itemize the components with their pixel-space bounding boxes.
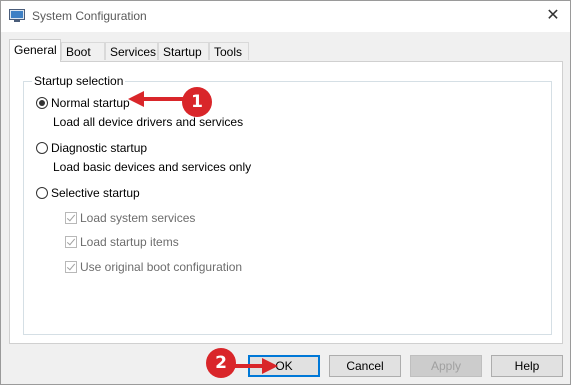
load-startup-items-label: Load startup items bbox=[80, 235, 179, 249]
annotation-badge-1: 1 bbox=[182, 87, 212, 117]
normal-startup-description: Load all device drivers and services bbox=[53, 115, 244, 129]
tab-general[interactable]: General bbox=[9, 39, 61, 62]
radio-selected-icon[interactable] bbox=[36, 97, 48, 109]
diagnostic-startup-radio[interactable]: Diagnostic startup bbox=[36, 140, 147, 156]
cancel-button[interactable]: Cancel bbox=[329, 355, 401, 377]
system-configuration-icon bbox=[9, 9, 25, 23]
normal-startup-radio[interactable]: Normal startup bbox=[36, 95, 130, 111]
normal-startup-label: Normal startup bbox=[51, 96, 130, 110]
diagnostic-startup-label: Diagnostic startup bbox=[51, 141, 148, 155]
tab-boot[interactable]: Boot bbox=[61, 42, 105, 60]
window-title: System Configuration bbox=[32, 9, 147, 23]
checkbox-checked-icon[interactable] bbox=[65, 236, 77, 248]
close-icon[interactable]: ✕ bbox=[540, 4, 566, 28]
tab-tools[interactable]: Tools bbox=[209, 42, 249, 60]
annotation-arrow-2 bbox=[230, 358, 278, 374]
general-tab-panel: Startup selection Normal startup Load al… bbox=[9, 61, 563, 344]
diagnostic-startup-description: Load basic devices and services only bbox=[53, 160, 252, 174]
annotation-badge-2: 2 bbox=[206, 348, 236, 378]
load-system-services-checkbox[interactable]: Load system services bbox=[65, 210, 195, 226]
radio-unselected-icon[interactable] bbox=[36, 142, 48, 154]
group-label: Startup selection bbox=[32, 74, 126, 88]
radio-unselected-icon[interactable] bbox=[36, 187, 48, 199]
annotation-arrow-1 bbox=[128, 91, 184, 107]
selective-startup-radio[interactable]: Selective startup bbox=[36, 185, 140, 201]
startup-selection-group: Startup selection Normal startup Load al… bbox=[23, 74, 552, 335]
system-configuration-window: System Configuration ✕ General Boot Serv… bbox=[0, 0, 571, 385]
title-bar: System Configuration ✕ bbox=[1, 1, 570, 32]
apply-button[interactable]: Apply bbox=[410, 355, 482, 377]
tab-services[interactable]: Services bbox=[105, 42, 158, 60]
selective-startup-label: Selective startup bbox=[51, 186, 140, 200]
checkbox-checked-icon[interactable] bbox=[65, 212, 77, 224]
load-startup-items-checkbox[interactable]: Load startup items bbox=[65, 234, 179, 250]
use-original-boot-config-label: Use original boot configuration bbox=[80, 260, 243, 274]
tab-startup[interactable]: Startup bbox=[158, 42, 209, 60]
use-original-boot-config-checkbox[interactable]: Use original boot configuration bbox=[65, 259, 242, 275]
help-button[interactable]: Help bbox=[491, 355, 563, 377]
checkbox-checked-icon[interactable] bbox=[65, 261, 77, 273]
load-system-services-label: Load system services bbox=[80, 211, 196, 225]
